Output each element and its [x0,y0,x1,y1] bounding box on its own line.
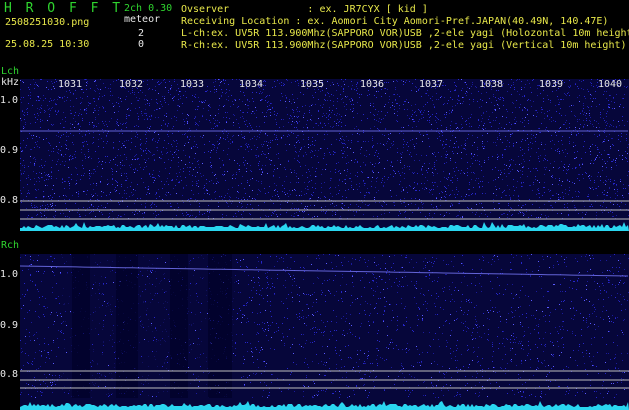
time-tick: 1034 [239,79,264,90]
lch-ytick-0.9: 0.9 [0,145,19,156]
meteor-label: meteor [124,14,161,25]
meteor-rch-count: 0 [138,39,145,50]
time-tick: 1032 [119,79,144,90]
rch-spectrogram [20,254,629,410]
time-tick: 1033 [180,79,205,90]
lch-ytick-1.0: 1.0 [0,95,19,106]
lch-label: Lch [1,66,20,77]
lch-unit-label: kHz [1,77,20,88]
rch-ytick-1.0: 1.0 [0,269,19,280]
app-title: H R O F F T [4,1,124,16]
time-tick: 1031 [58,79,83,90]
time-tick: 1038 [479,79,504,90]
rch-info: R-ch:ex. UV5R 113.900Mhz(SAPPORO VOR)USB… [181,40,627,51]
rch-ytick-0.9: 0.9 [0,320,19,331]
rch-label: Rch [1,240,20,251]
rch-ytick-0.8: 0.8 [0,369,19,380]
time-tick: 1036 [360,79,385,90]
lch-ytick-0.8: 0.8 [0,195,19,206]
time-tick: 1035 [300,79,325,90]
image-filename: 2508251030.png [5,17,90,28]
meteor-lch-count: 2 [138,28,145,39]
time-tick: 1037 [419,79,444,90]
lch-spectrogram [20,79,629,231]
location-info: Receiving Location : ex. Aomori City Aom… [181,16,609,27]
lch-spectrogram-canvas [20,79,629,231]
time-tick: 1039 [539,79,564,90]
rch-spectrogram-canvas [20,254,629,410]
lch-info: L-ch:ex. UV5R 113.900Mhz(SAPPORO VOR)USB… [181,28,629,39]
observer-info: Ovserver : ex. JR7CYX [ kid ] [181,4,428,15]
timestamp: 25.08.25 10:30 [5,39,90,50]
time-tick: 1040 [598,79,623,90]
version-label: 2ch 0.30 [124,3,173,14]
